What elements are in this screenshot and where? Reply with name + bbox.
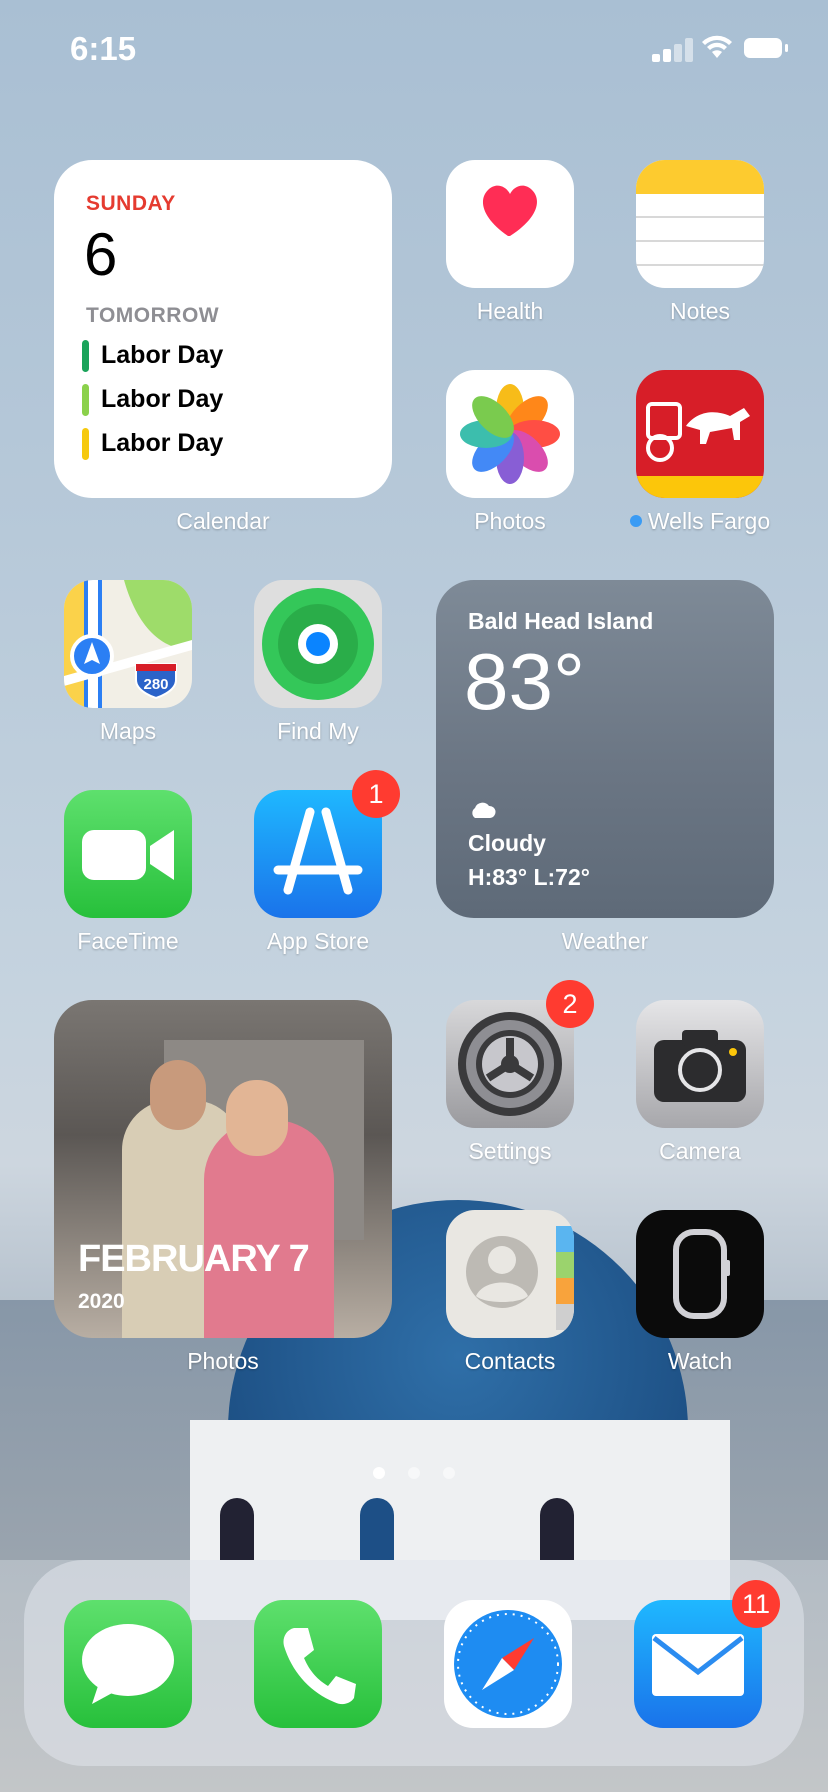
photos-widget[interactable]: FEBRUARY 7 2020 xyxy=(54,1000,392,1338)
event-color-bar xyxy=(82,384,89,416)
health-icon xyxy=(446,160,574,288)
app-label: Maps xyxy=(99,718,157,744)
notification-badge: 1 xyxy=(352,770,400,818)
calendar-event[interactable]: Labor Day xyxy=(82,382,372,418)
dock: 11 xyxy=(24,1560,804,1766)
event-color-bar xyxy=(82,428,89,460)
camera-icon xyxy=(636,1000,764,1128)
wifi-icon xyxy=(702,35,732,58)
cloud-icon xyxy=(472,802,496,818)
weather-location: Bald Head Island xyxy=(468,608,654,634)
interstate-shield-label: 280 xyxy=(143,676,168,693)
calendar-event[interactable]: Labor Day xyxy=(82,426,372,462)
notes-icon xyxy=(636,160,764,288)
phone-icon xyxy=(254,1600,382,1728)
app-label: Health xyxy=(476,298,544,324)
cellular-signal-icon xyxy=(652,38,694,62)
event-title: Labor Day xyxy=(101,341,224,369)
wallpaper-window xyxy=(220,1498,254,1560)
compass-icon xyxy=(444,1600,572,1728)
notification-badge: 2 xyxy=(546,980,594,1028)
calendar-date: 6 xyxy=(84,221,118,288)
photo-face xyxy=(226,1080,288,1156)
calendar-section-label: TOMORROW xyxy=(86,304,220,327)
event-title: Labor Day xyxy=(101,429,224,457)
app-label: FaceTime xyxy=(77,928,179,954)
photos-icon xyxy=(446,370,574,498)
facetime-icon xyxy=(64,790,192,918)
weather-temperature: 83° xyxy=(464,637,585,726)
app-label: Contacts xyxy=(464,1348,556,1374)
page-indicator[interactable] xyxy=(373,1467,455,1481)
photo-face xyxy=(150,1060,206,1130)
calendar-widget-label: Calendar xyxy=(176,508,270,534)
calendar-widget[interactable]: SUNDAY 6 TOMORROW Labor Day Labor Day La… xyxy=(54,160,392,498)
page-dot-active xyxy=(373,1467,385,1479)
weather-condition: Cloudy xyxy=(468,830,546,856)
page-dot xyxy=(408,1467,420,1479)
app-label: Find My xyxy=(277,718,359,744)
app-label: Notes xyxy=(669,298,731,324)
calendar-event[interactable]: Labor Day xyxy=(82,338,372,374)
messages-icon xyxy=(64,1600,192,1728)
app-label: Photos xyxy=(474,508,546,534)
wallpaper-window xyxy=(540,1498,574,1560)
wallpaper-window xyxy=(360,1498,394,1560)
maps-icon: 280 xyxy=(64,580,192,708)
app-label: Camera xyxy=(659,1138,741,1164)
app-label: Watch xyxy=(667,1348,733,1374)
weather-widget-label: Weather xyxy=(561,928,649,954)
photos-widget-label: Photos xyxy=(187,1348,259,1374)
battery-icon xyxy=(744,38,788,58)
contacts-icon xyxy=(446,1210,574,1338)
event-title: Labor Day xyxy=(101,385,224,413)
status-bar: 6:15 xyxy=(0,0,828,100)
stagecoach-icon xyxy=(636,370,764,498)
notification-badge: 11 xyxy=(732,1580,780,1628)
weather-widget[interactable]: Bald Head Island 83° Cloudy H:83° L:72° xyxy=(436,580,774,918)
event-color-bar xyxy=(82,340,89,372)
new-app-dot xyxy=(629,515,642,527)
app-label: Wells Fargo xyxy=(596,508,804,535)
weather-high-low: H:83° L:72° xyxy=(468,864,590,890)
find-my-icon xyxy=(254,580,382,708)
app-label: App Store xyxy=(266,928,370,954)
page-dot xyxy=(443,1467,455,1479)
photo-memory-year: 2020 xyxy=(78,1290,125,1313)
app-label: Settings xyxy=(468,1138,552,1164)
status-time: 6:15 xyxy=(70,30,137,67)
photo-memory-date: FEBRUARY 7 xyxy=(78,1238,310,1280)
watch-icon xyxy=(636,1210,764,1338)
calendar-day-name: SUNDAY xyxy=(86,192,176,215)
